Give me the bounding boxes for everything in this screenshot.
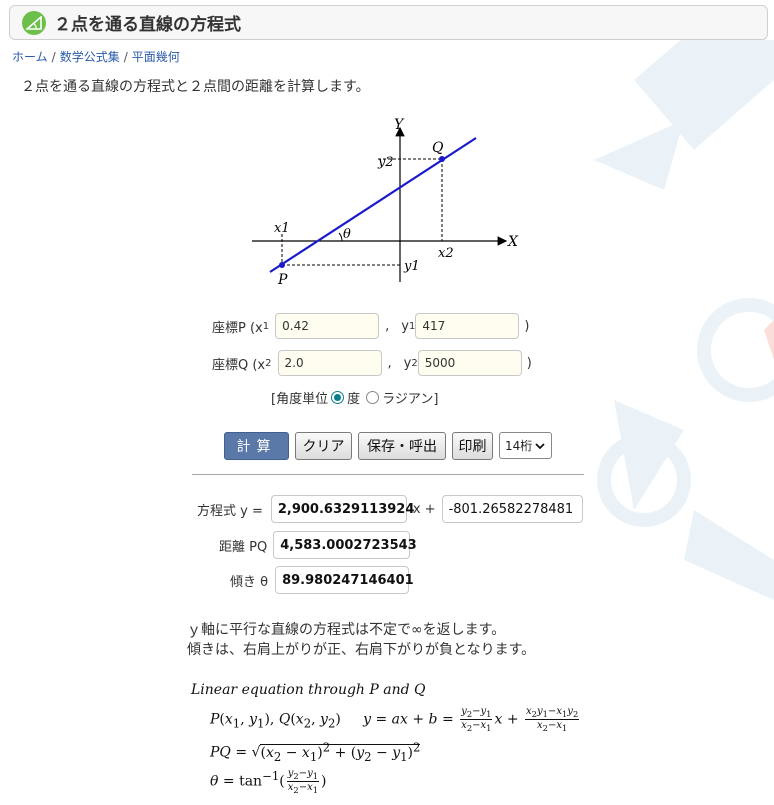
- x-axis-label: X: [507, 234, 519, 250]
- breadcrumb: ホーム / 数学公式集 / 平面幾何: [12, 48, 180, 65]
- breadcrumb-formulas-link[interactable]: 数学公式集: [60, 50, 120, 64]
- p-y1-input[interactable]: 417: [415, 313, 520, 339]
- y-axis-label: Y: [394, 117, 405, 133]
- line-diagram: X Y P Q x1 x2 y1 y2 θ: [252, 117, 519, 288]
- point-p-label: P: [277, 272, 288, 288]
- point-q-row: 座標Q (x 2 2.0 , y2 5000 ): [212, 350, 532, 376]
- formula-angle: θ = tan−1(y2−y1 x2−x1): [210, 768, 327, 795]
- point-q: [439, 156, 445, 162]
- theta-label: θ: [343, 227, 351, 242]
- calculate-button[interactable]: 計算: [224, 432, 289, 460]
- digits-select[interactable]: 14桁: [499, 432, 552, 459]
- note-line-2: 傾きは、右肩上がりが正、右肩下がりが負となります。: [187, 642, 536, 658]
- breadcrumb-separator: /: [51, 50, 56, 64]
- print-button[interactable]: 印刷: [452, 432, 493, 460]
- breadcrumb-separator: /: [123, 50, 128, 64]
- q-y2-input[interactable]: 5000: [417, 350, 522, 376]
- save-load-button[interactable]: 保存・呼出: [358, 432, 446, 460]
- x1-label: x1: [274, 221, 290, 236]
- formula-line-equation: P(x1, y1), Q(x2, y2) y = ax + b = y2−y1 x…: [210, 706, 580, 733]
- p-x1-input[interactable]: 0.42: [275, 313, 380, 339]
- radian-radio[interactable]: [366, 391, 380, 404]
- point-p-row: 座標P (x 1 0.42 , y1 417 ): [212, 313, 529, 339]
- clear-button[interactable]: クリア: [295, 432, 352, 460]
- formula-distance: PQ = √(x2 − x1)2 + (y2 − y1)2: [210, 740, 421, 764]
- geometry-logo-icon: [22, 10, 46, 35]
- point-q-label: Q: [432, 140, 444, 156]
- point-p: [279, 262, 285, 268]
- distance-output[interactable]: 4,583.0002723543: [273, 531, 417, 559]
- note-line-1: ｙ軸に平行な直線の方程式は不定で∞を返します。: [187, 622, 506, 638]
- y1-label: y1: [403, 259, 420, 274]
- angle-row: 傾き θ 89.980247146401: [230, 566, 414, 594]
- background-decoration: [594, 40, 774, 600]
- distance-row: 距離 PQ 4,583.0002723543: [219, 531, 417, 559]
- divider: [192, 474, 584, 475]
- chevron-down-icon: [535, 442, 545, 449]
- angle-unit-row: [角度単位 度 ラジアン]: [271, 391, 439, 407]
- intercept-output[interactable]: -801.26582278481: [441, 495, 583, 523]
- breadcrumb-home-link[interactable]: ホーム: [12, 50, 48, 64]
- equation-row: 方程式 y = 2,900.6329113924 x + -801.265822…: [197, 495, 583, 523]
- x2-label: x2: [438, 246, 454, 261]
- y2-label: y2: [377, 155, 394, 170]
- degree-radio[interactable]: [331, 391, 345, 404]
- page-header: ２点を通る直線の方程式: [9, 5, 768, 40]
- page-title: ２点を通る直線の方程式: [54, 15, 241, 35]
- formula-title: Linear equation through P and Q: [191, 682, 426, 698]
- page-description: ２点を通る直線の方程式と２点間の距離を計算します。: [21, 79, 370, 95]
- slope-output[interactable]: 2,900.6329113924: [270, 495, 414, 523]
- q-x2-input[interactable]: 2.0: [277, 350, 382, 376]
- breadcrumb-geometry-link[interactable]: 平面幾何: [132, 50, 180, 64]
- angle-output[interactable]: 89.980247146401: [275, 566, 414, 594]
